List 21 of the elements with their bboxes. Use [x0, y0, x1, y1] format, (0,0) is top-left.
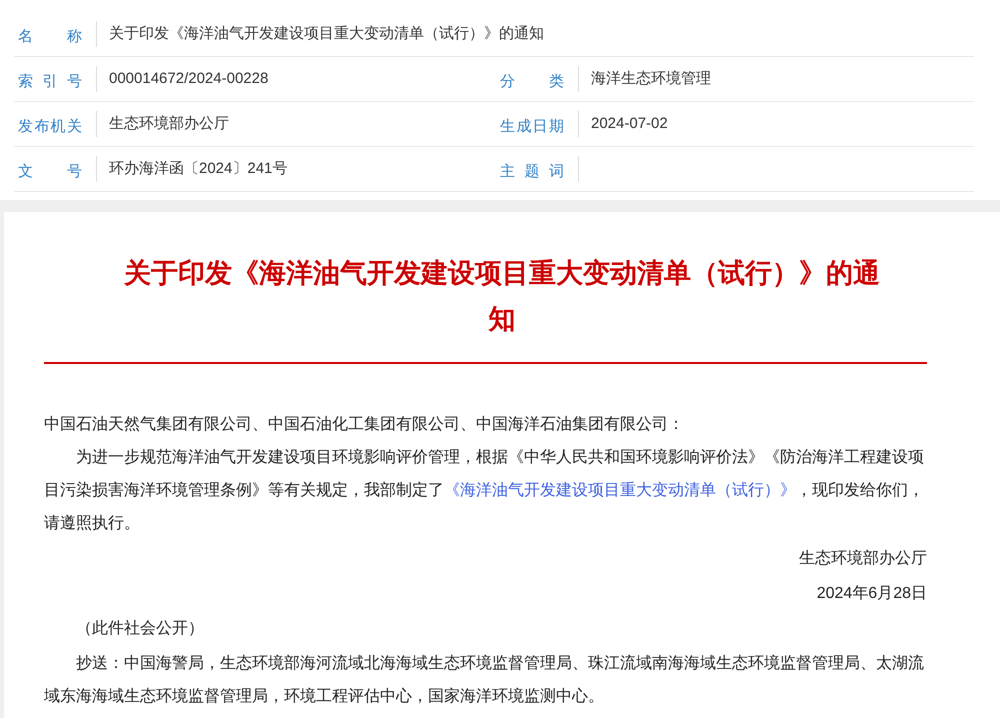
- field-label: 主题词: [500, 162, 564, 182]
- field-label: 发布机关: [18, 116, 82, 137]
- field-value: 环办海洋函〔2024〕241号: [109, 158, 288, 179]
- field-value: 关于印发《海洋油气开发建设项目重大变动清单（试行）》的通知: [109, 24, 544, 44]
- salutation: 中国石油天然气集团有限公司、中国石油化工集团有限公司、中国海洋石油集团有限公司：: [44, 414, 685, 435]
- article-title: 关于印发《海洋油气开发建设项目重大变动清单（试行）》的通知: [122, 257, 881, 336]
- field-value: 海洋生态环境管理: [591, 68, 711, 89]
- note-paragraph: 抄送：中国海警局，生态环境部海河流域北海海域生态环境监督管理局、珠江流域南海海域生态环境监督管理局、太湖流域东海海域生态环境监督管理局，环境工程评估中心，国家海洋环境监测中心。: [44, 654, 925, 707]
- body-paragraph: 为进一步规范海洋油气开发建设项目环境影响评价管理，根据《中华人民共和国环境影响评价法》《防治海洋工程建设项目污染损害海洋环境管理条例》等有关规定，我部制定了《海洋油气开发建设项目重大变动清单（试行）》，现印发给你们，请遵照执行。: [44, 448, 925, 534]
- field-label: 生成日期: [500, 116, 564, 137]
- field-value: 000014672/2024-00228: [109, 68, 268, 89]
- field-value: 2024-07-02: [591, 114, 668, 134]
- field-label: 名称: [18, 26, 82, 47]
- field-label: 索引号: [18, 72, 82, 92]
- field-label: 文号: [18, 162, 82, 182]
- field-value: 生态环境部办公厅: [109, 114, 229, 134]
- note-paragraph: （此件社会公开）: [75, 618, 205, 639]
- signature-line: 2024年6月28日: [816, 584, 927, 604]
- field-label: 分类: [500, 72, 564, 92]
- document-link[interactable]: 《海洋油气开发建设项目重大变动清单（试行）》: [444, 482, 796, 499]
- signature-line: 生态环境部办公厅: [798, 548, 927, 569]
